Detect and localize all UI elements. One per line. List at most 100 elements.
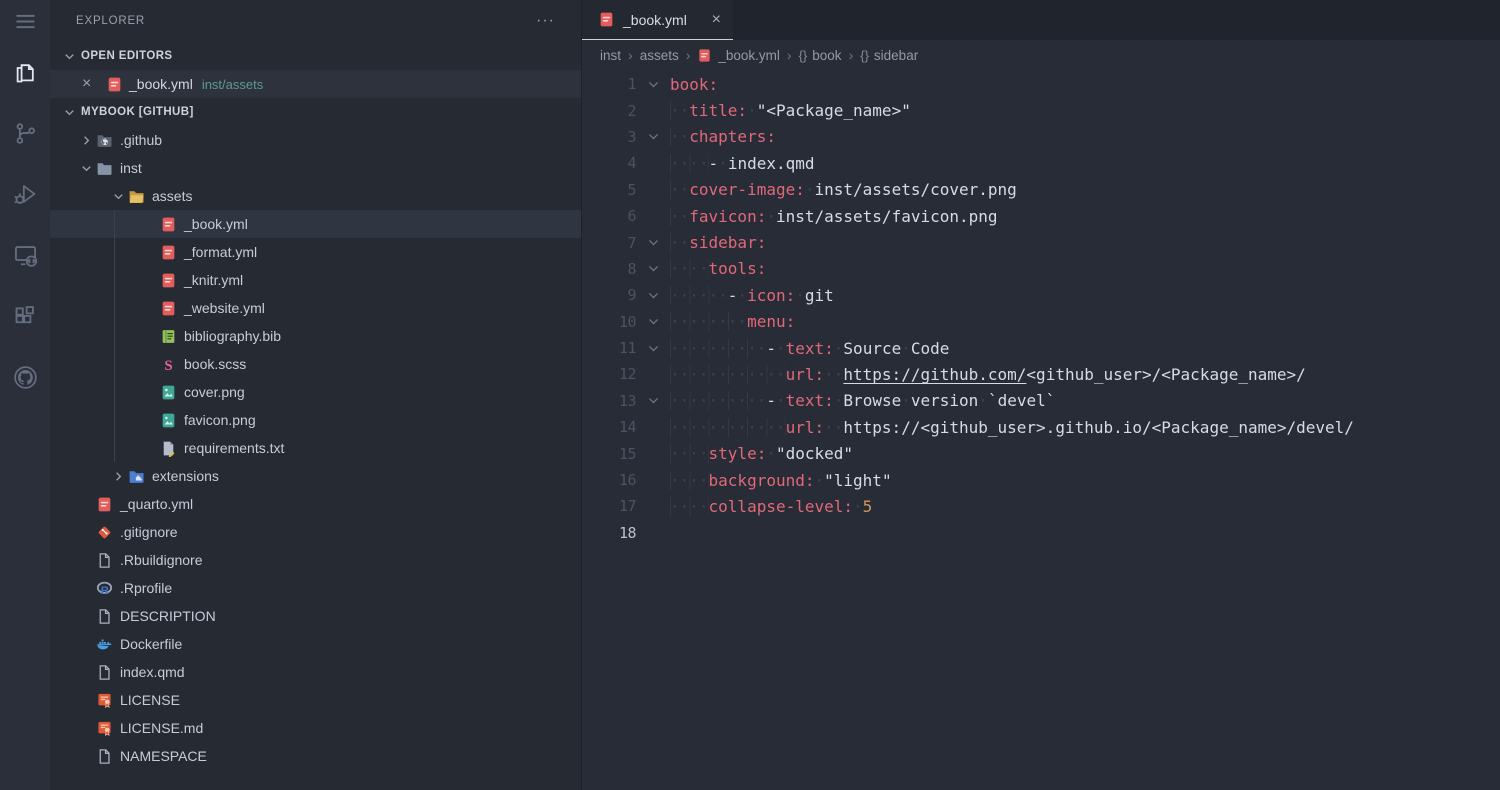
code-token: -	[766, 339, 776, 358]
tree-item-label: Dockerfile	[120, 636, 182, 652]
tree-item-label: LICENSE.md	[120, 720, 203, 736]
code-line[interactable]: 7··sidebar:	[582, 229, 1500, 255]
source-control-icon[interactable]	[0, 103, 50, 164]
fold-chevron-icon[interactable]	[636, 315, 670, 328]
code-line[interactable]: 8····tools:	[582, 256, 1500, 282]
tree-item[interactable]: LICENSE	[50, 686, 581, 714]
code-line[interactable]: 5··cover-image:·inst/assets/cover.png	[582, 177, 1500, 203]
code-token: ·	[737, 286, 747, 305]
breadcrumb-item[interactable]: assets	[640, 48, 679, 63]
tree-item[interactable]: inst	[50, 154, 581, 182]
tree-item-label: inst	[120, 160, 142, 176]
code-line[interactable]: 14············url:··https://<github_user…	[582, 414, 1500, 440]
menu-icon[interactable]	[0, 0, 50, 42]
tree-item[interactable]: _quarto.yml	[50, 490, 581, 518]
code-token: icon:	[747, 286, 795, 305]
file-icon	[96, 552, 113, 569]
tree-item[interactable]: cover.png	[50, 378, 581, 406]
code-token: ·	[834, 391, 844, 410]
breadcrumb-item[interactable]: {}book	[799, 48, 842, 63]
indent-whitespace: ··········	[670, 339, 766, 358]
code-line[interactable]: 17····collapse-level:·5	[582, 493, 1500, 519]
breadcrumb-separator-icon: ›	[628, 47, 633, 63]
code-line[interactable]: 2··title:·"<Package_name>"	[582, 97, 1500, 123]
tree-item[interactable]: _knitr.yml	[50, 266, 581, 294]
tree-item[interactable]: Sbook.scss	[50, 350, 581, 378]
tree-item[interactable]: _book.yml	[50, 210, 581, 238]
code-token: ·	[766, 444, 776, 463]
tree-item[interactable]: extensions	[50, 462, 581, 490]
fold-chevron-icon[interactable]	[636, 236, 670, 249]
close-icon[interactable]: ×	[710, 11, 723, 29]
breadcrumb-item[interactable]: _book.yml	[697, 48, 780, 63]
code-line[interactable]: 15····style:·"docked"	[582, 440, 1500, 466]
tree-item[interactable]: DESCRIPTION	[50, 602, 581, 630]
breadcrumb-label: inst	[600, 48, 621, 63]
code-line[interactable]: 10········menu:	[582, 309, 1500, 335]
fold-chevron-icon[interactable]	[636, 342, 670, 355]
code-line[interactable]: 6··favicon:·inst/assets/favicon.png	[582, 203, 1500, 229]
tree-item[interactable]: requirements.txt	[50, 434, 581, 462]
workspace-section[interactable]: MYBOOK [GITHUB]	[50, 98, 581, 126]
open-editor-item[interactable]: × _book.yml inst/assets	[50, 70, 581, 98]
code-token: style:	[709, 444, 767, 463]
fold-chevron-icon[interactable]	[636, 394, 670, 407]
code-line[interactable]: 12············url:··https://github.com/<…	[582, 361, 1500, 387]
fold-chevron-icon[interactable]	[636, 130, 670, 143]
tree-item[interactable]: _format.yml	[50, 238, 581, 266]
sidebar-title: EXPLORER	[76, 15, 145, 27]
tab-label: _book.yml	[623, 12, 687, 28]
tree-item[interactable]: .Rbuildignore	[50, 546, 581, 574]
indent-whitespace: ··	[670, 233, 689, 252]
code-token: ·	[718, 154, 728, 173]
tree-item[interactable]: .gitignore	[50, 518, 581, 546]
fold-chevron-icon[interactable]	[636, 289, 670, 302]
tree-item[interactable]: R.Rprofile	[50, 574, 581, 602]
run-debug-icon[interactable]	[0, 164, 50, 225]
more-actions-icon[interactable]: ···	[536, 16, 555, 26]
code-line[interactable]: 16····background:·"light"	[582, 467, 1500, 493]
code-line[interactable]: 4····-·index.qmd	[582, 150, 1500, 176]
tree-item[interactable]: bibliography.bib	[50, 322, 581, 350]
tree-item[interactable]: LICENSE.md	[50, 714, 581, 742]
code-link[interactable]: https://github.com/	[843, 365, 1026, 384]
remote-explorer-icon[interactable]	[0, 225, 50, 286]
tree-item[interactable]: Dockerfile	[50, 630, 581, 658]
tree-item[interactable]: index.qmd	[50, 658, 581, 686]
fold-chevron-icon[interactable]	[636, 262, 670, 275]
sidebar-header: EXPLORER ···	[50, 0, 581, 42]
code-line[interactable]: 11··········-·text:·Source·Code	[582, 335, 1500, 361]
indent-whitespace: ··	[670, 127, 689, 146]
open-editors-label: OPEN EDITORS	[81, 50, 173, 62]
chevron-down-icon[interactable]	[76, 161, 96, 176]
tree-item[interactable]: assets	[50, 182, 581, 210]
chevron-right-icon[interactable]	[108, 469, 128, 484]
tree-item[interactable]: NAMESPACE	[50, 742, 581, 770]
fold-chevron-icon[interactable]	[636, 78, 670, 91]
code-text: ············url:··https://github.com/<gi…	[670, 365, 1306, 384]
tree-item[interactable]: favicon.png	[50, 406, 581, 434]
tree-item[interactable]: _website.yml	[50, 294, 581, 322]
tab-bar: _book.yml ×	[582, 0, 1500, 40]
tab-book-yml[interactable]: _book.yml ×	[582, 0, 733, 40]
code-line[interactable]: 3··chapters:	[582, 124, 1500, 150]
code-line[interactable]: 9······-·icon:·git	[582, 282, 1500, 308]
close-icon[interactable]: ×	[82, 75, 100, 93]
extensions-icon[interactable]	[0, 286, 50, 347]
github-icon[interactable]	[0, 347, 50, 408]
code-text: book:	[670, 75, 718, 94]
line-number: 18	[582, 524, 636, 542]
open-editors-section[interactable]: OPEN EDITORS	[50, 42, 581, 70]
code-token: sidebar:	[689, 233, 766, 252]
code-line[interactable]: 1book:	[582, 71, 1500, 97]
chevron-down-icon[interactable]	[108, 189, 128, 204]
code-line[interactable]: 13··········-·text:·Browse·version·`deve…	[582, 388, 1500, 414]
breadcrumb-item[interactable]: {}sidebar	[860, 48, 918, 63]
code-editor[interactable]: 1book:2··title:·"<Package_name>"3··chapt…	[582, 70, 1500, 790]
code-line[interactable]: 18	[582, 520, 1500, 546]
tree-item[interactable]: .github	[50, 126, 581, 154]
breadcrumb-item[interactable]: inst	[600, 48, 621, 63]
code-token: ·	[901, 391, 911, 410]
explorer-icon[interactable]	[0, 42, 50, 103]
chevron-right-icon[interactable]	[76, 133, 96, 148]
